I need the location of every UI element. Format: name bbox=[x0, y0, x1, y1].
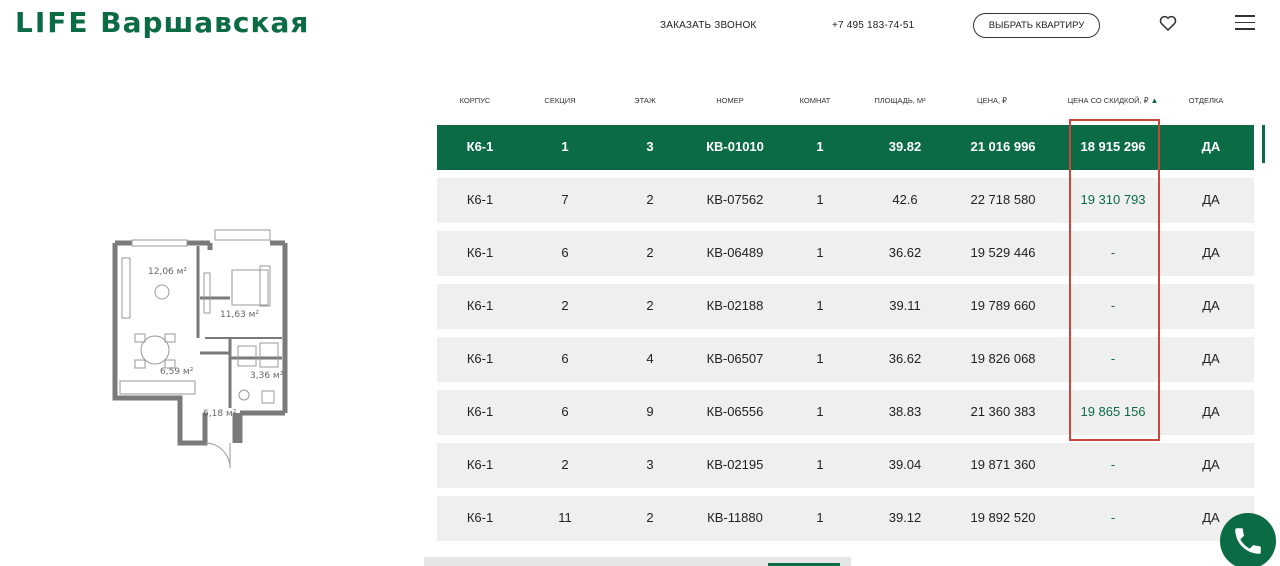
cell-discount: - bbox=[1110, 510, 1116, 525]
cell-floor: 3 bbox=[646, 139, 654, 154]
col-discount[interactable]: ЦЕНА СО СКИДКОЙ, ₽ ▲ bbox=[1068, 96, 1159, 105]
cell-number: КВ-11880 bbox=[707, 510, 763, 525]
cell-floor: 3 bbox=[646, 457, 654, 472]
cell-finish: ДА bbox=[1202, 245, 1220, 260]
plan-kitchen-area: 6,59 м² bbox=[160, 367, 194, 377]
table-row[interactable]: К6-1 2 3 КВ-02195 1 39.04 19 871 360 - Д… bbox=[437, 443, 1254, 488]
cell-floor: 2 bbox=[646, 510, 654, 525]
cell-finish: ДА bbox=[1202, 457, 1220, 472]
plan-room1-area: 12,06 м² bbox=[148, 267, 187, 277]
plan-bath-area: 3,36 м² bbox=[250, 371, 284, 381]
cell-floor: 4 bbox=[646, 351, 654, 366]
cell-section: 2 bbox=[561, 298, 569, 313]
discount-highlight-box bbox=[1069, 119, 1160, 441]
cell-finish: ДА bbox=[1202, 351, 1220, 366]
cell-price: 19 529 446 bbox=[970, 245, 1036, 260]
cell-area: 39.11 bbox=[889, 298, 921, 313]
cell-section: 6 bbox=[561, 245, 569, 260]
cell-section: 6 bbox=[561, 351, 569, 366]
logo-prefix: LIFE bbox=[15, 6, 90, 39]
table-header: КОРПУС СЕКЦИЯ ЭТАЖ НОМЕР КОМНАТ ПЛОЩАДЬ,… bbox=[437, 96, 1254, 110]
cell-number: КВ-01010 bbox=[706, 139, 764, 154]
cell-building: К6-1 bbox=[466, 404, 494, 419]
sort-arrow-icon: ▲ bbox=[1150, 96, 1159, 105]
call-button[interactable] bbox=[1220, 513, 1276, 566]
cell-building: К6-1 bbox=[466, 510, 494, 525]
cell-area: 36.62 bbox=[888, 245, 922, 260]
cell-number: КВ-02188 bbox=[706, 298, 764, 313]
cell-section: 1 bbox=[561, 139, 569, 154]
cell-building: К6-1 bbox=[466, 139, 494, 154]
col-floor[interactable]: ЭТАЖ bbox=[634, 96, 656, 105]
cell-section: 11 bbox=[558, 510, 572, 525]
col-number[interactable]: НОМЕР bbox=[716, 96, 744, 105]
heart-icon[interactable] bbox=[1158, 13, 1178, 33]
cell-section: 7 bbox=[561, 192, 569, 207]
cell-number: КВ-06507 bbox=[706, 351, 764, 366]
cell-price: 21 016 996 bbox=[970, 139, 1036, 154]
cell-rooms: 1 bbox=[816, 192, 824, 207]
cell-floor: 2 bbox=[646, 192, 654, 207]
cell-price: 19 871 360 bbox=[970, 457, 1036, 472]
cell-area: 42.6 bbox=[892, 192, 918, 207]
choose-apartment-button[interactable]: ВЫБРАТЬ КВАРТИРУ bbox=[973, 13, 1100, 38]
cell-number: КВ-07562 bbox=[706, 192, 764, 207]
cell-finish: ДА bbox=[1202, 510, 1220, 525]
col-rooms[interactable]: КОМНАТ bbox=[800, 96, 831, 105]
plan-hall-area: 6,18 м² bbox=[203, 409, 237, 419]
plan-room2-area: 11,63 м² bbox=[220, 310, 259, 320]
cell-rooms: 1 bbox=[816, 351, 824, 366]
callback-link[interactable]: ЗАКАЗАТЬ ЗВОНОК bbox=[660, 20, 756, 31]
cell-number: КВ-06489 bbox=[706, 245, 764, 260]
cell-finish: ДА bbox=[1202, 192, 1220, 207]
cell-section: 6 bbox=[561, 404, 569, 419]
cell-rooms: 1 bbox=[816, 245, 824, 260]
cell-rooms: 1 bbox=[816, 457, 824, 472]
cell-area: 39.82 bbox=[888, 139, 922, 154]
phone-icon bbox=[1235, 528, 1261, 554]
cell-floor: 9 bbox=[646, 404, 654, 419]
col-section[interactable]: СЕКЦИЯ bbox=[544, 96, 575, 105]
cell-floor: 2 bbox=[646, 245, 654, 260]
logo-name: Варшавская bbox=[100, 6, 310, 39]
cell-price: 19 892 520 bbox=[970, 510, 1036, 525]
cell-rooms: 1 bbox=[816, 404, 824, 419]
cell-building: К6-1 bbox=[466, 192, 494, 207]
cell-rooms: 1 bbox=[816, 139, 824, 154]
cell-price: 22 718 580 bbox=[970, 192, 1036, 207]
cell-discount: - bbox=[1110, 457, 1116, 472]
logo[interactable]: LIFE Варшавская bbox=[15, 6, 309, 39]
phone-link[interactable]: +7 495 183-74-51 bbox=[832, 20, 914, 31]
cell-building: К6-1 bbox=[466, 298, 494, 313]
cell-finish: ДА bbox=[1202, 298, 1220, 313]
cell-building: К6-1 bbox=[466, 351, 494, 366]
cell-section: 2 bbox=[561, 457, 569, 472]
cell-area: 39.04 bbox=[888, 457, 922, 472]
col-finish[interactable]: ОТДЕЛКА bbox=[1189, 96, 1224, 105]
scrollbar[interactable] bbox=[1262, 125, 1265, 163]
cell-area: 39.12 bbox=[888, 510, 922, 525]
burger-menu-icon[interactable] bbox=[1235, 15, 1255, 31]
cell-building: К6-1 bbox=[466, 245, 494, 260]
cell-building: К6-1 bbox=[466, 457, 494, 472]
cell-area: 38.83 bbox=[888, 404, 922, 419]
cell-rooms: 1 bbox=[816, 510, 824, 525]
cell-finish: ДА bbox=[1201, 139, 1221, 154]
cell-floor: 2 bbox=[646, 298, 654, 313]
col-price[interactable]: ЦЕНА, ₽ bbox=[977, 96, 1007, 105]
cell-number: КВ-02195 bbox=[706, 457, 764, 472]
cell-number: КВ-06556 bbox=[706, 404, 764, 419]
cell-area: 36.62 bbox=[888, 351, 922, 366]
cell-finish: ДА bbox=[1202, 404, 1220, 419]
cell-price: 19 826 068 bbox=[970, 351, 1036, 366]
col-building[interactable]: КОРПУС bbox=[460, 96, 491, 105]
cell-price: 19 789 660 bbox=[970, 298, 1036, 313]
floor-plan: 12,06 м² 11,63 м² 6,59 м² 3,36 м² 6,18 м… bbox=[110, 228, 290, 469]
table-row[interactable]: К6-1 11 2 КВ-11880 1 39.12 19 892 520 - … bbox=[437, 496, 1254, 541]
col-discount-label: ЦЕНА СО СКИДКОЙ, ₽ bbox=[1067, 96, 1149, 105]
cell-price: 21 360 383 bbox=[970, 404, 1036, 419]
col-area[interactable]: ПЛОЩАДЬ, М² bbox=[874, 96, 925, 105]
cell-rooms: 1 bbox=[816, 298, 824, 313]
